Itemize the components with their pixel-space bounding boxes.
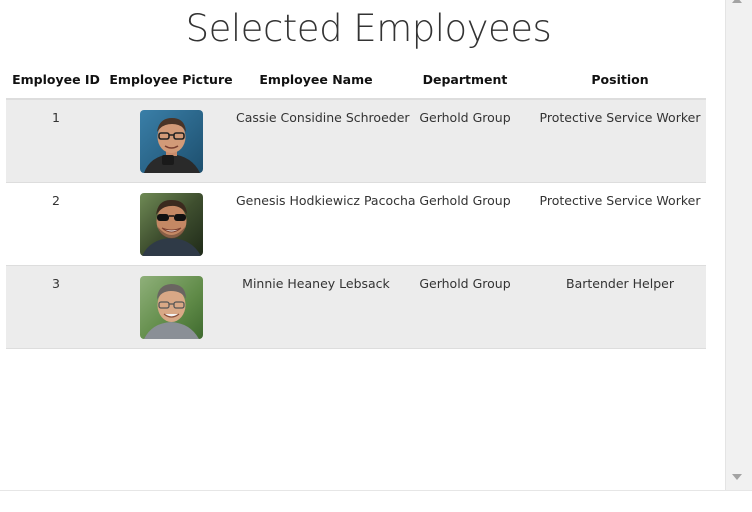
employee-photo[interactable]	[139, 192, 203, 256]
header-department[interactable]: Department	[396, 60, 534, 100]
triangle-down-icon[interactable]	[732, 474, 742, 480]
bottom-edge	[0, 490, 752, 512]
vertical-scrollbar[interactable]	[725, 0, 752, 490]
header-position[interactable]: Position	[534, 60, 706, 100]
position-cell: Protective Service Worker	[534, 181, 706, 265]
header-employee-picture[interactable]: Employee Picture	[106, 60, 236, 100]
header-employee-id[interactable]: Employee ID	[6, 60, 106, 100]
table-row[interactable]: 1 Cassie Considine Schroeder Gerhold Gro…	[6, 98, 706, 182]
employee-photo[interactable]	[139, 110, 203, 173]
employee-picture-cell	[106, 98, 236, 182]
page-title: Selected Employees	[185, 7, 552, 50]
position-cell: Bartender Helper	[534, 264, 706, 349]
employee-name-cell: Genesis Hodkiewicz Pacocha	[236, 181, 416, 265]
employees-table: Employee ID Employee Picture Employee Na…	[6, 60, 706, 349]
table-header-row: Employee ID Employee Picture Employee Na…	[6, 60, 706, 100]
department-cell: Gerhold Group	[396, 98, 534, 182]
employee-name-cell: Minnie Heaney Lebsack	[236, 264, 396, 349]
triangle-up-icon[interactable]	[732, 0, 742, 3]
position-cell: Protective Service Worker	[534, 98, 706, 182]
employee-photo[interactable]	[139, 275, 203, 339]
employee-id-cell: 1	[6, 98, 106, 182]
table-row[interactable]: 2 Genesis Hodkiewicz Pacocha Gerhold Gro…	[6, 181, 706, 265]
header-employee-name[interactable]: Employee Name	[236, 60, 396, 100]
employee-id-cell: 2	[6, 181, 106, 265]
employee-picture-cell	[106, 264, 236, 349]
page-viewport: Selected Employees Employee ID Employee …	[0, 0, 725, 490]
department-cell: Gerhold Group	[396, 181, 534, 265]
employee-name-cell: Cassie Considine Schroeder	[236, 98, 410, 182]
employee-picture-cell	[106, 181, 236, 265]
employee-id-cell: 3	[6, 264, 106, 349]
department-cell: Gerhold Group	[396, 264, 534, 349]
table-row[interactable]: 3 Minnie Heaney Lebsack Gerhold Group Ba…	[6, 264, 706, 349]
